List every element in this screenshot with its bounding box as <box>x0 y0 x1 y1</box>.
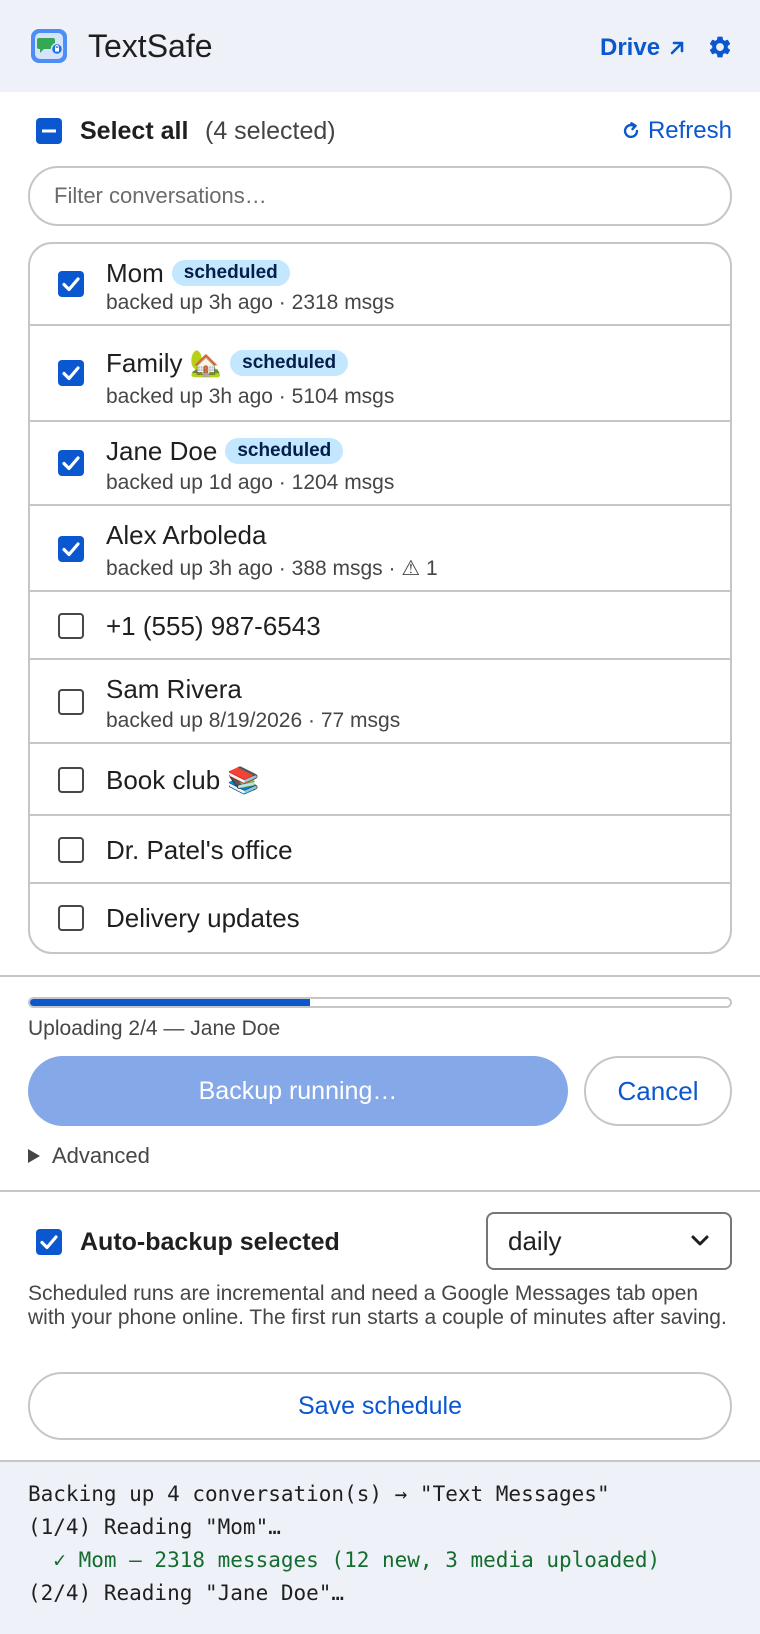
conversation-row-family[interactable]: Family 🏡 scheduled backed up 3h ago · 510… <box>30 326 730 422</box>
auto-backup-row: Auto-backup selected daily <box>34 1212 732 1272</box>
log-line: (2/4) Reading "Jane Doe"… <box>28 1581 345 1605</box>
check-icon <box>62 542 80 557</box>
conversation-name: +1 (555) 987-6543 <box>106 611 321 641</box>
log-line: Backing up 4 conversation(s) → "Text Mes… <box>28 1482 610 1506</box>
app-title: TextSafe <box>88 28 213 64</box>
selected-count: (4 selected) <box>205 117 336 145</box>
conversation-row-sam-rivera[interactable]: Sam Rivera backed up 8/19/2026 · 77 msgs <box>30 660 730 744</box>
conversation-name: Dr. Patel's office <box>106 835 293 865</box>
external-arrow-icon <box>670 41 684 55</box>
conversation-name: Family 🏡 <box>106 348 223 378</box>
auto-backup-label[interactable]: Auto-backup selected <box>80 1227 340 1257</box>
frequency-select[interactable]: daily <box>486 1212 732 1270</box>
conversation-row-dr-patels-office[interactable]: Dr. Patel's office <box>30 816 730 884</box>
check-icon <box>40 1235 58 1250</box>
chevron-down-icon <box>691 1235 709 1246</box>
auto-backup-checkbox[interactable] <box>36 1229 62 1255</box>
drive-link[interactable]: Drive <box>600 30 686 66</box>
conversation-checkbox[interactable] <box>58 450 84 476</box>
conversation-row-jane-doe[interactable]: Jane Doe scheduled backed up 1d ago · 120… <box>30 422 730 506</box>
conversation-checkbox[interactable] <box>58 689 84 715</box>
conversation-row-phone-number[interactable]: +1 (555) 987-6543 <box>30 592 730 660</box>
log-line: (1/4) Reading "Mom"… <box>28 1515 281 1539</box>
upload-progress-bar <box>28 997 732 1008</box>
schedule-note: Scheduled runs are incremental and need … <box>28 1282 727 1329</box>
save-schedule-button[interactable]: Save schedule <box>28 1372 732 1440</box>
conversation-list: Mom scheduled backed up 3h ago · 2318 msg… <box>28 242 732 954</box>
check-icon <box>62 366 80 381</box>
conversation-row-mom[interactable]: Mom scheduled backed up 3h ago · 2318 msg… <box>30 244 730 326</box>
check-icon <box>62 456 80 471</box>
cancel-button[interactable]: Cancel <box>584 1056 732 1126</box>
log-line-success: ✓ Mom — 2318 messages (12 new, 3 media u… <box>28 1548 661 1572</box>
drive-link-label: Drive <box>600 34 661 61</box>
conversation-meta: backed up 3h ago · 2318 msgs <box>106 291 395 314</box>
conversation-name-line: Family 🏡 scheduled <box>106 348 349 378</box>
select-all-label[interactable]: Select all <box>80 116 188 146</box>
conversation-checkbox[interactable] <box>58 837 84 863</box>
conversation-checkbox[interactable] <box>58 767 84 793</box>
backup-log: Backing up 4 conversation(s) → "Text Mes… <box>0 1460 760 1634</box>
conversation-checkbox[interactable] <box>58 905 84 931</box>
upload-status-text: Uploading 2/4 — Jane Doe <box>28 1017 281 1040</box>
minus-icon <box>42 129 56 133</box>
conversation-name: Delivery updates <box>106 903 300 933</box>
conversation-name-line: Mom scheduled <box>106 258 290 288</box>
conversation-row-alex-arboleda[interactable]: Alex Arboleda backed up 3h ago · 388 msg… <box>30 506 730 592</box>
frequency-value: daily <box>508 1225 562 1256</box>
conversation-name: Jane Doe <box>106 436 218 466</box>
conversation-checkbox[interactable] <box>58 613 84 639</box>
check-icon <box>62 277 80 292</box>
conversation-checkbox[interactable] <box>58 536 84 562</box>
refresh-label: Refresh <box>647 117 732 144</box>
refresh-button[interactable]: Refresh <box>620 116 732 146</box>
conversation-meta: backed up 3h ago · 388 msgs · ⚠ 1 <box>106 557 438 580</box>
conversation-meta: backed up 8/19/2026 · 77 msgs <box>106 709 401 732</box>
refresh-icon <box>623 122 639 139</box>
advanced-label: Advanced <box>52 1143 150 1168</box>
textsafe-logo-icon <box>31 29 67 63</box>
section-divider <box>0 1190 760 1192</box>
scheduled-badge: scheduled <box>230 350 349 377</box>
conversation-name-line: Jane Doe scheduled <box>106 436 344 466</box>
filter-input[interactable] <box>28 166 732 226</box>
upload-progress-fill <box>30 999 310 1006</box>
gear-icon[interactable] <box>707 34 733 60</box>
scheduled-badge: scheduled <box>225 438 344 465</box>
select-all-row: Select all (4 selected) Refresh <box>28 110 732 152</box>
conversation-name: Alex Arboleda <box>106 520 267 550</box>
conversation-checkbox[interactable] <box>58 271 84 297</box>
conversation-name: Book club 📚 <box>106 765 260 795</box>
section-divider <box>0 975 760 977</box>
conversation-name: Sam Rivera <box>106 674 242 704</box>
conversation-name: Mom <box>106 258 164 288</box>
conversation-row-delivery-updates[interactable]: Delivery updates <box>30 884 730 952</box>
conversation-meta: backed up 1d ago · 1204 msgs <box>106 471 395 494</box>
advanced-toggle[interactable]: Advanced <box>28 1142 150 1170</box>
scheduled-badge: scheduled <box>171 260 290 287</box>
conversation-row-book-club[interactable]: Book club 📚 <box>30 744 730 816</box>
backup-running-button[interactable]: Backup running… <box>28 1056 568 1126</box>
select-all-checkbox[interactable] <box>36 118 62 144</box>
conversation-checkbox[interactable] <box>58 360 84 386</box>
conversation-meta: backed up 3h ago · 5104 msgs <box>106 385 395 408</box>
app-header: TextSafe Drive <box>0 0 760 92</box>
disclosure-triangle-icon <box>28 1149 40 1163</box>
